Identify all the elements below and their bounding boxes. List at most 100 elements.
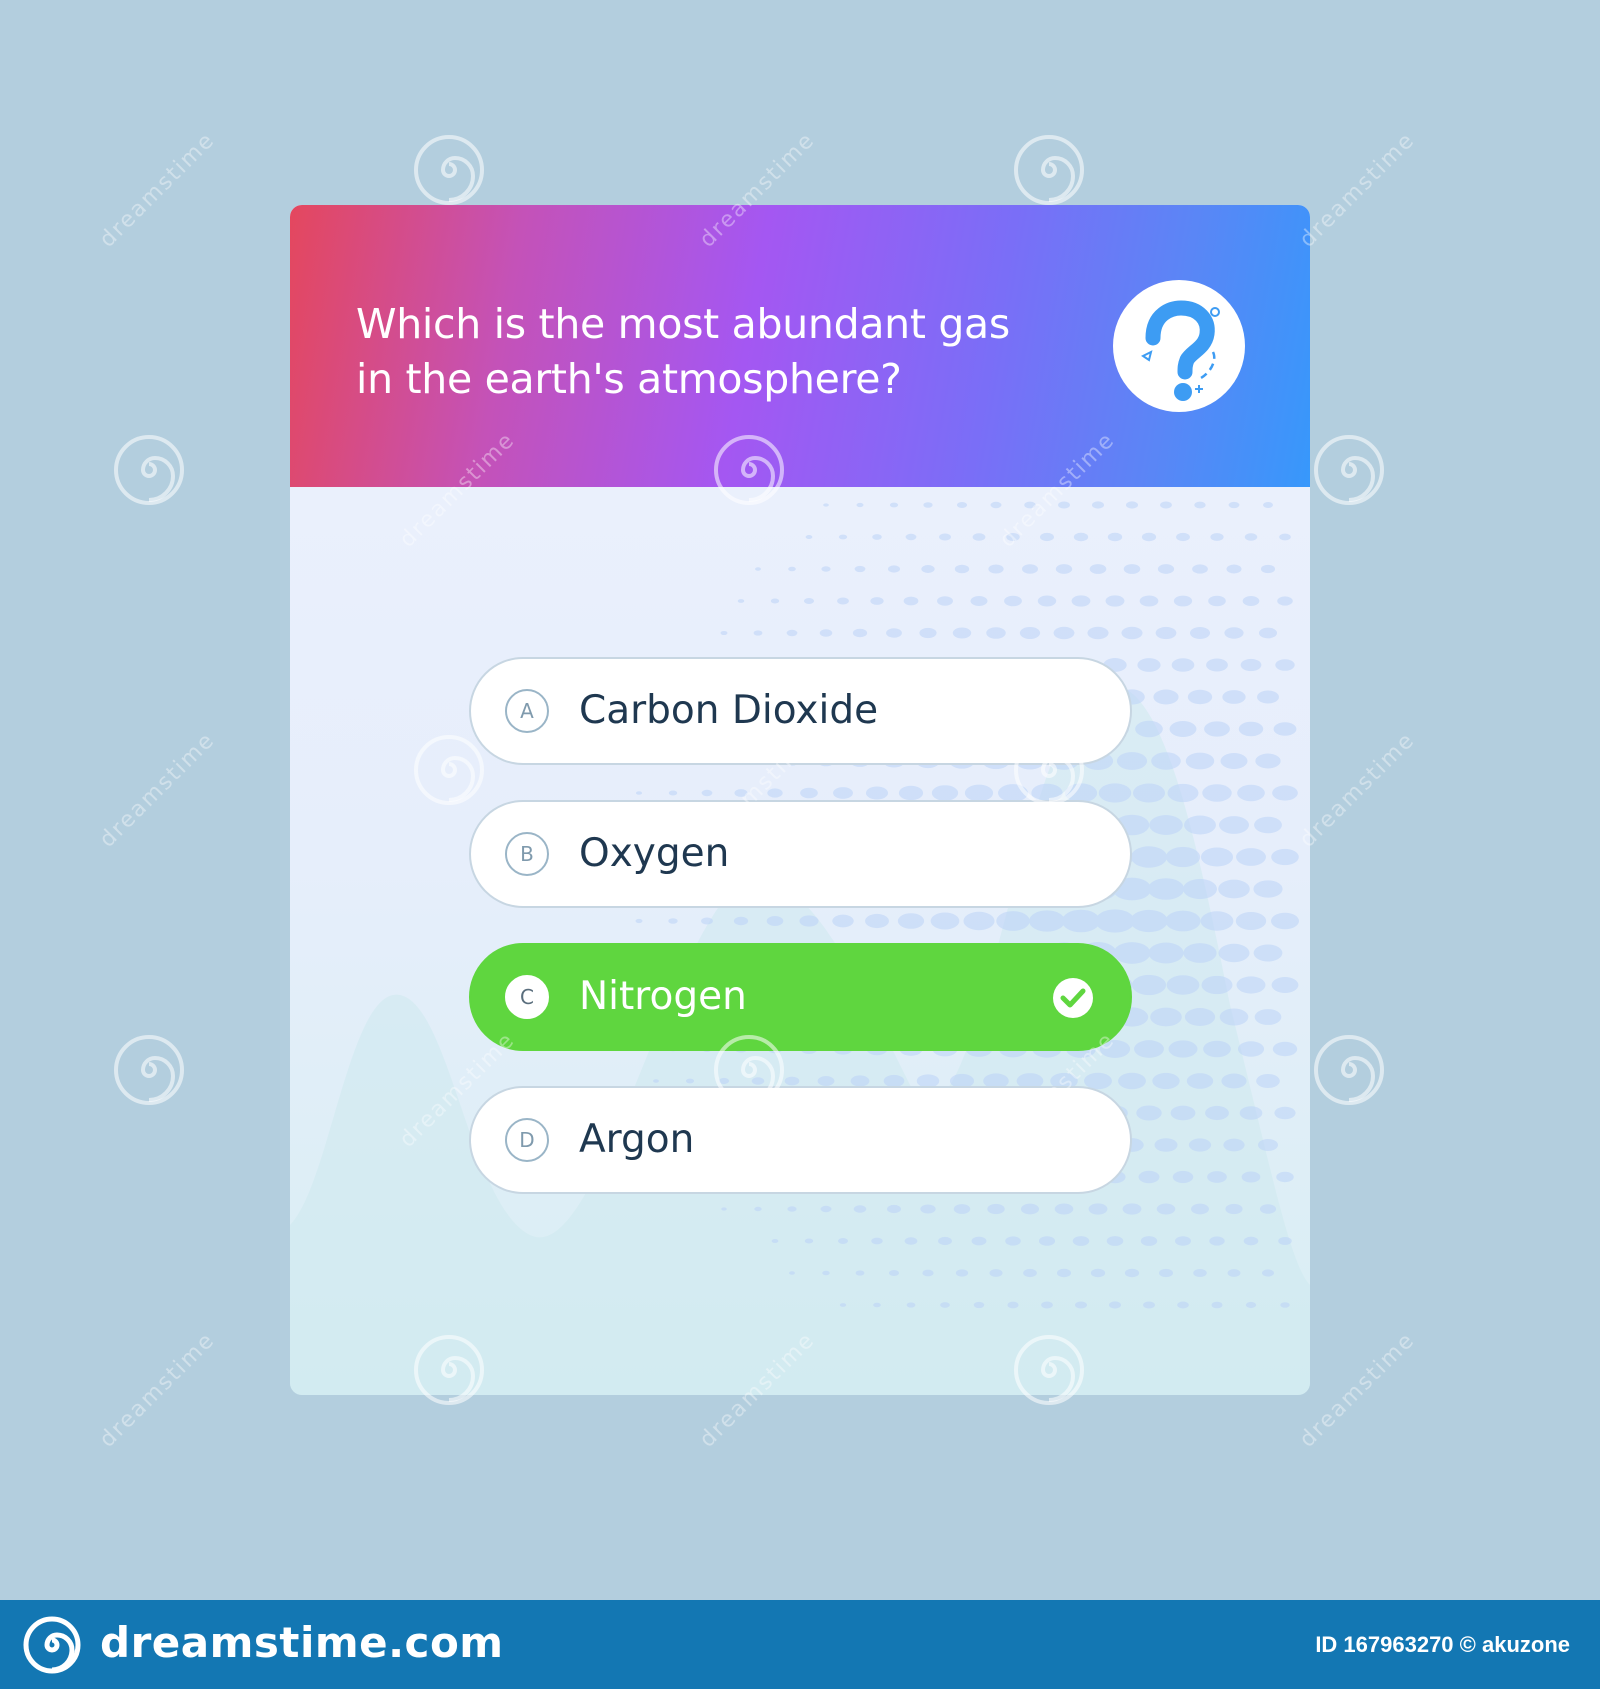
halftone-dot <box>737 599 745 603</box>
halftone-dot <box>770 598 780 604</box>
halftone-dot <box>1277 596 1293 606</box>
halftone-dot <box>1156 1203 1176 1215</box>
halftone-dot <box>1137 658 1161 672</box>
halftone-dot <box>823 503 829 507</box>
halftone-dot <box>1237 784 1265 802</box>
halftone-dot <box>1005 1236 1021 1246</box>
halftone-dot <box>1256 1073 1280 1089</box>
halftone-dot <box>1136 1105 1162 1121</box>
swirl-logo-icon <box>1314 435 1384 505</box>
option-letter-badge: A <box>505 689 549 733</box>
halftone-dot <box>986 627 1006 639</box>
swirl-logo-icon <box>114 435 184 505</box>
check-circle-icon <box>1053 978 1093 1018</box>
halftone-dot <box>1174 1236 1192 1246</box>
halftone-dot <box>1073 532 1089 542</box>
halftone-dot <box>1218 879 1250 899</box>
halftone-dot <box>1131 974 1167 996</box>
option-letter-badge: C <box>505 975 549 1019</box>
halftone-dot <box>887 565 901 573</box>
halftone-dot <box>1235 911 1267 931</box>
question-header: Which is the most abundant gas in the ea… <box>290 205 1310 487</box>
halftone-dot <box>1237 1041 1265 1057</box>
halftone-dot <box>839 1303 847 1307</box>
halftone-dot <box>1192 564 1208 574</box>
halftone-dot <box>1225 1203 1243 1215</box>
halftone-dot <box>1151 752 1181 770</box>
halftone-dot <box>1209 1236 1225 1246</box>
halftone-dot <box>1245 1301 1257 1309</box>
halftone-dot <box>1194 501 1206 509</box>
halftone-dot <box>1172 1170 1194 1184</box>
halftone-dot <box>1056 1268 1072 1278</box>
answer-option-b[interactable]: B Oxygen <box>469 800 1132 908</box>
answer-options: A Carbon Dioxide B Oxygen C Nitrogen D Argon <box>469 657 1132 1229</box>
halftone-dot <box>755 567 761 571</box>
question-mark-icon[interactable] <box>1113 280 1245 412</box>
halftone-dot <box>837 597 849 605</box>
halftone-dot <box>1242 596 1260 606</box>
halftone-dot <box>837 1238 849 1244</box>
halftone-dot <box>1090 1268 1106 1278</box>
halftone-dot <box>970 595 988 607</box>
halftone-dot <box>1202 784 1232 802</box>
halftone-dot <box>1155 626 1177 640</box>
image-id-credit: ID 167963270 © akuzone <box>1315 1632 1570 1657</box>
halftone-dot <box>1173 595 1193 607</box>
footer-brand[interactable]: dreamstime.com <box>100 1614 504 1672</box>
halftone-dot <box>1071 595 1091 607</box>
option-letter-badge: B <box>505 832 549 876</box>
halftone-dot <box>803 598 815 604</box>
halftone-dot <box>1171 658 1195 672</box>
halftone-dot <box>1236 976 1266 994</box>
footer-bar: dreamstime.com ID 167963270 © akuzone <box>0 1600 1600 1689</box>
answer-option-d[interactable]: D Argon <box>469 1086 1132 1194</box>
halftone-dot <box>720 630 728 636</box>
halftone-dot <box>1170 1105 1196 1121</box>
halftone-dot <box>939 533 951 541</box>
halftone-dot <box>1184 1008 1216 1026</box>
halftone-dot <box>889 502 899 508</box>
halftone-dot <box>1150 1007 1182 1027</box>
halftone-dot <box>1037 595 1057 607</box>
halftone-dot <box>1157 564 1175 574</box>
halftone-dot <box>1107 532 1123 542</box>
halftone-dot <box>1271 848 1299 866</box>
halftone-dot <box>1238 721 1264 737</box>
halftone-dot <box>1040 532 1054 542</box>
halftone-dot <box>1149 815 1183 835</box>
halftone-dot <box>788 566 796 572</box>
answer-option-a[interactable]: A Carbon Dioxide <box>469 657 1132 765</box>
halftone-dot <box>971 1236 987 1246</box>
halftone-dot <box>906 1302 916 1308</box>
halftone-dot <box>1167 783 1199 803</box>
halftone-dot <box>1087 626 1109 640</box>
halftone-dot <box>1261 1269 1275 1277</box>
halftone-dot <box>1221 1073 1247 1089</box>
halftone-dot <box>1139 595 1159 607</box>
halftone-dot <box>771 1238 779 1244</box>
halftone-dot <box>1243 1236 1259 1246</box>
halftone-dot <box>1271 977 1299 993</box>
watermark-text: dreamstime <box>1295 127 1421 253</box>
halftone-dot <box>1257 690 1279 704</box>
halftone-dot <box>1132 783 1166 803</box>
halftone-dot <box>973 1301 985 1309</box>
answer-option-c[interactable]: C Nitrogen <box>469 943 1132 1051</box>
halftone-dot <box>753 630 763 636</box>
halftone-dot <box>856 502 864 508</box>
halftone-dot <box>1224 627 1244 639</box>
halftone-dot <box>938 1236 952 1246</box>
halftone-dot <box>1273 722 1297 736</box>
halftone-dot <box>1141 532 1157 542</box>
halftone-dot <box>1186 1073 1214 1089</box>
halftone-dot <box>1204 721 1230 737</box>
halftone-dot <box>903 596 919 606</box>
halftone-dot <box>988 564 1004 574</box>
dreamstime-logo-icon <box>23 1616 81 1674</box>
halftone-dot <box>1226 564 1242 574</box>
halftone-dot <box>1091 501 1105 509</box>
halftone-dot <box>1240 658 1262 672</box>
halftone-dot <box>1272 785 1298 801</box>
halftone-dot <box>1143 1301 1155 1309</box>
